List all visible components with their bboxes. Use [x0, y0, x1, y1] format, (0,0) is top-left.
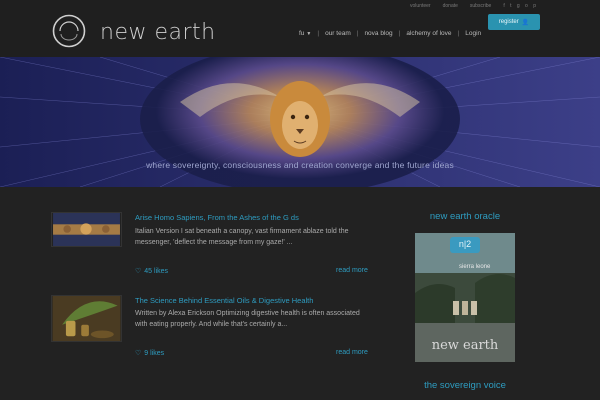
- sidebar-oracle-title: new earth oracle: [429, 211, 501, 222]
- post-likes[interactable]: ♡ 9 likes: [135, 349, 165, 358]
- post-thumbnail[interactable]: [51, 295, 122, 342]
- instagram-icon[interactable]: o: [525, 3, 530, 9]
- hero-banner: where sovereignty, consciousness and cre…: [0, 57, 600, 187]
- read-more-link[interactable]: read more: [336, 267, 368, 274]
- user-icon: 👤: [521, 19, 530, 26]
- logo-icon[interactable]: [52, 14, 86, 48]
- likes-count: 45 likes: [144, 267, 169, 275]
- post-excerpt: Written by Alexa Erickson Optimizing dig…: [135, 310, 360, 328]
- likes-count: 9 likes: [144, 349, 165, 357]
- top-link-volunteer[interactable]: volunteer: [410, 3, 431, 9]
- magazine-badge: n|2: [458, 239, 472, 249]
- top-link-donate[interactable]: donate: [443, 3, 458, 9]
- nav-divider: |: [398, 30, 401, 37]
- banner-tagline: where sovereignty, consciousness and cre…: [146, 160, 454, 170]
- nav-divider: |: [356, 30, 359, 37]
- post-thumbnail[interactable]: [51, 212, 122, 247]
- magazine-subtitle: sierra leone: [459, 264, 491, 270]
- brand-name[interactable]: new earth: [100, 20, 216, 45]
- heart-icon: ♡: [135, 268, 142, 275]
- site-header: volunteer donate subscribe f t g o p new…: [0, 0, 600, 57]
- nav-item-our-team[interactable]: our team: [325, 30, 351, 37]
- nav-divider: |: [457, 30, 460, 37]
- page: volunteer donate subscribe f t g o p new…: [0, 0, 600, 400]
- language-label: fu: [299, 30, 305, 37]
- post-title[interactable]: The Science Behind Essential Oils & Dige…: [135, 296, 313, 305]
- read-more-link[interactable]: read more: [336, 349, 368, 356]
- nav-divider: |: [317, 30, 320, 37]
- twitter-icon[interactable]: t: [510, 3, 513, 9]
- chevron-down-icon: ▼: [306, 30, 312, 37]
- top-link-subscribe[interactable]: subscribe: [470, 3, 491, 9]
- sidebar-voice-title: the sovereign voice: [424, 380, 506, 391]
- post-excerpt: Italian Version I sat beneath a canopy, …: [135, 228, 349, 246]
- facebook-icon[interactable]: f: [503, 3, 506, 9]
- social-icons: f t g o p: [503, 3, 538, 9]
- googleplus-icon[interactable]: g: [517, 3, 522, 9]
- nav-item-alchemy-of-love[interactable]: alchemy of love: [406, 30, 451, 37]
- heart-icon: ♡: [135, 350, 142, 357]
- register-label: register: [498, 19, 519, 25]
- magazine-cover[interactable]: n|2 sierra leone new earth: [415, 233, 515, 362]
- main-nav: fu ▼ | our team | nova blog | alchemy of…: [299, 30, 481, 37]
- magazine-footer: new earth: [431, 338, 499, 353]
- nav-item-nova-blog[interactable]: nova blog: [364, 30, 392, 37]
- language-select[interactable]: fu ▼: [299, 30, 311, 37]
- post-likes[interactable]: ♡ 45 likes: [135, 267, 169, 276]
- register-button[interactable]: register 👤: [488, 14, 540, 30]
- pinterest-icon[interactable]: p: [533, 3, 538, 9]
- post-title[interactable]: Arise Homo Sapiens, From the Ashes of th…: [135, 213, 299, 222]
- nav-item-login[interactable]: Login: [465, 30, 481, 37]
- top-links: volunteer donate subscribe f t g o p: [410, 3, 538, 9]
